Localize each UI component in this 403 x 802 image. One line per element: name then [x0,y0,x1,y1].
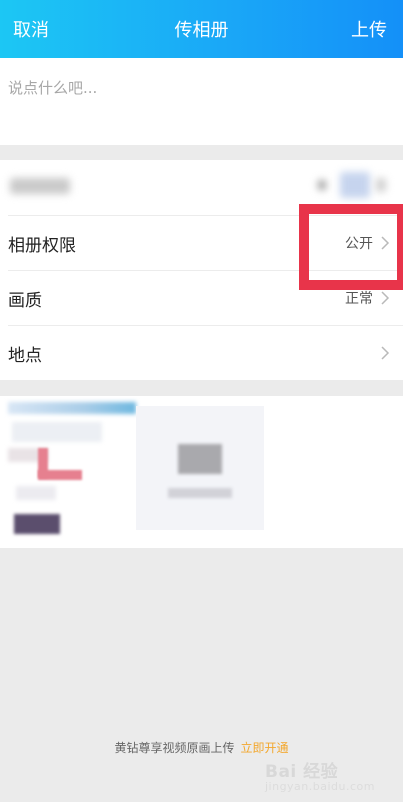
quality-label: 画质 [8,290,42,311]
location-label: 地点 [8,345,42,366]
top-navigation-bar: 取消 传相册 上传 [0,0,403,58]
selected-photo-thumbnail[interactable] [8,402,136,534]
upload-button[interactable]: 上传 [351,18,387,44]
add-photo-tile[interactable] [136,406,264,530]
settings-row-location[interactable]: 地点 [8,325,403,380]
chevron-right-icon [381,346,390,360]
selected-photos-area [0,396,403,548]
watermark-brand: Bai 经验 [264,762,339,782]
vip-promo-banner: 黄钻尊享视频原画上传 立即开通 [0,739,403,756]
album-name-blurred [10,178,70,194]
chevron-right-icon [381,291,390,305]
caption-input[interactable] [8,76,388,100]
add-photo-label-blurred [168,488,232,498]
caption-area [0,58,403,145]
album-cover-blurred [340,172,370,198]
promo-text: 黄钻尊享视频原画上传 [114,741,235,755]
quality-value: 正常 [345,291,373,307]
album-chevron-blurred [376,178,386,192]
album-permission-label: 相册权限 [8,235,76,256]
activate-now-link[interactable]: 立即开通 [241,741,289,755]
annotation-highlight-box [299,204,403,290]
album-count-blurred [318,180,326,190]
camera-icon [178,444,222,474]
page-title: 传相册 [174,20,229,41]
baidu-jingyan-watermark: Bai 经验 jingyan.baidu.com [265,757,375,793]
watermark-url: jingyan.baidu.com [264,780,375,793]
